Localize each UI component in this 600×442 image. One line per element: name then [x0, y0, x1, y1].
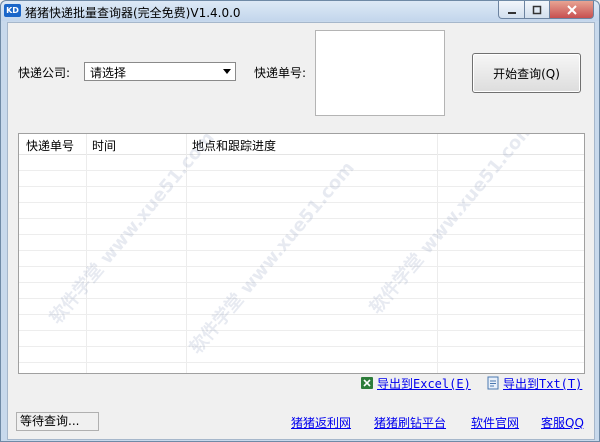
table-row-line — [19, 346, 584, 347]
export-excel-link[interactable]: 导出到Excel(E) — [377, 375, 471, 392]
company-label: 快递公司: — [18, 66, 71, 80]
table-row-line — [19, 314, 584, 315]
tracking-number-input[interactable] — [315, 30, 445, 116]
export-excel[interactable]: 导出到Excel(E) — [360, 375, 471, 391]
excel-icon — [361, 377, 373, 389]
status-bar: 等待查询... — [16, 412, 99, 431]
table-row-line — [19, 330, 584, 331]
tracking-number-label: 快递单号: — [254, 66, 307, 80]
maximize-button[interactable] — [525, 1, 550, 19]
export-txt-link[interactable]: 导出到Txt(T) — [503, 375, 582, 392]
column-header-time[interactable]: 时间 — [92, 137, 116, 154]
company-select-value: 请选择 — [90, 66, 127, 80]
close-icon — [566, 4, 577, 15]
table-row-line — [19, 298, 584, 299]
title-bar[interactable]: KD 猪猪快递批量查询器(完全免费)V1.4.0.0 — [1, 1, 599, 21]
link-official-site[interactable]: 软件官网 — [471, 414, 519, 431]
table-row-line — [19, 362, 584, 363]
column-header-number[interactable]: 快递单号 — [26, 137, 74, 154]
start-query-button[interactable]: 开始查询(Q) — [472, 53, 581, 93]
close-button[interactable] — [550, 1, 594, 19]
maximize-icon — [532, 5, 542, 14]
chevron-down-icon — [223, 69, 231, 74]
app-window: KD 猪猪快递批量查询器(完全免费)V1.4.0.0 快递公司: 请选择 快递单… — [0, 0, 600, 442]
table-row-line — [19, 186, 584, 187]
export-txt[interactable]: 导出到Txt(T) — [486, 375, 582, 391]
link-support-qq[interactable]: 客服QQ — [541, 414, 584, 431]
app-icon: KD — [4, 4, 21, 17]
results-table[interactable]: 快递单号 时间 地点和跟踪进度 软件学堂 www.xue51.com 软件学堂 … — [18, 133, 585, 374]
main-panel: 快递公司: 请选择 快递单号: 开始查询(Q) 快递单号 时间 地点和跟踪进度 … — [7, 22, 595, 440]
minimize-button[interactable] — [498, 1, 525, 19]
minimize-icon — [507, 11, 516, 14]
txt-icon — [487, 376, 499, 390]
table-row-line — [19, 282, 584, 283]
watermark-text: 软件学堂 www.xue51.com — [45, 133, 219, 329]
window-controls — [498, 1, 594, 19]
window-title: 猪猪快递批量查询器(完全免费)V1.4.0.0 — [25, 6, 241, 20]
link-rebate-site[interactable]: 猪猪返利网 — [291, 414, 351, 431]
link-diamond-platform[interactable]: 猪猪刷钻平台 — [374, 414, 446, 431]
company-select[interactable]: 请选择 — [84, 62, 236, 81]
watermark-text: 软件学堂 www.xue51.com — [365, 133, 539, 319]
